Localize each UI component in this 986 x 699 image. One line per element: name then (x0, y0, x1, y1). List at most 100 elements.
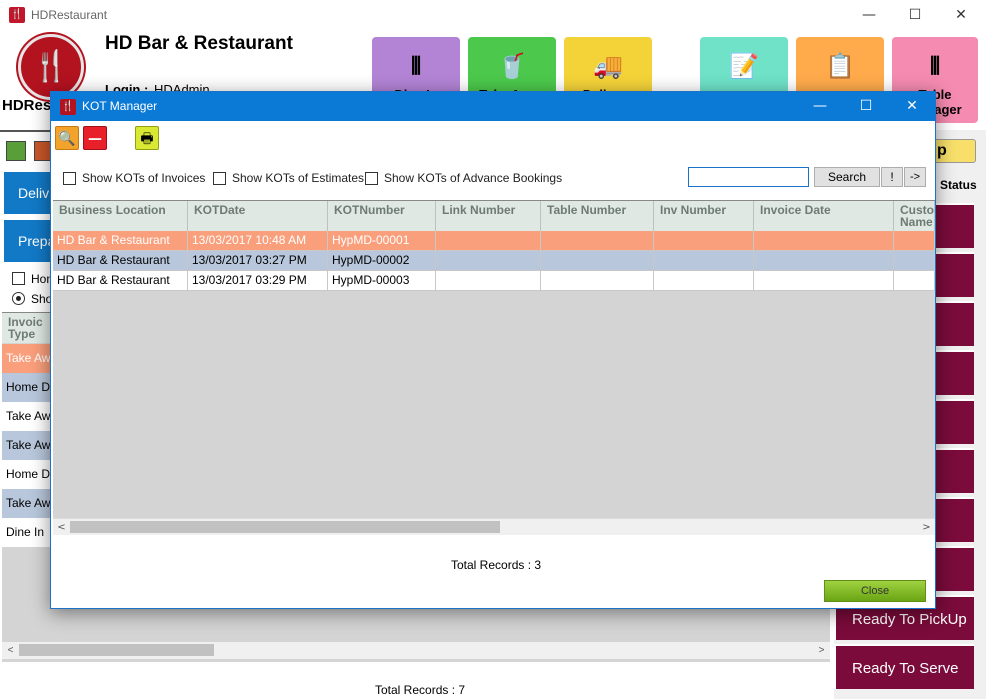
scroll-left-icon[interactable]: < (53, 519, 70, 536)
invoice-type-header: Invoic Type (2, 313, 50, 343)
scrollbar-thumb[interactable] (70, 521, 500, 533)
table-row[interactable]: HD Bar & Restaurant 13/03/2017 03:29 PM Hy… (53, 271, 935, 291)
table-row[interactable]: HD Bar & Restaurant 13/03/2017 03:27 PM Hy… (53, 251, 935, 271)
exclaim-button[interactable]: ! (881, 167, 903, 187)
show-kots-estimates-checkbox[interactable]: Show KOTs of Estimates (213, 171, 364, 185)
invoice-row[interactable]: Dine In (2, 518, 50, 547)
main-titlebar: 🍴 HDRestaurant — ☐ ✕ (0, 0, 986, 30)
table-cell (541, 251, 654, 271)
home-checkbox[interactable] (12, 272, 25, 285)
status-button[interactable]: Ready To Serve (834, 644, 974, 689)
right-search-button[interactable]: p (930, 139, 976, 163)
checkbox-label: Show KOTs of Advance Bookings (384, 171, 563, 185)
table-cell (894, 251, 935, 271)
cup-icon: 🥤 (497, 52, 527, 80)
table-cell (894, 231, 935, 251)
scroll-right-icon[interactable]: > (918, 519, 935, 536)
grid-green-icon[interactable] (6, 141, 26, 161)
table-cell: HypMD-00003 (328, 271, 436, 291)
table-cell (654, 251, 754, 271)
kot-maximize-button[interactable]: ☐ (843, 92, 889, 121)
tab-delivery[interactable]: Deliv (4, 172, 52, 214)
main-total-records: Total Records : 7 (375, 683, 466, 697)
table-manager-icon: ⫴ (929, 52, 941, 80)
app-icon: 🍴 (9, 7, 25, 23)
table-cell (436, 251, 541, 271)
invoice-row[interactable]: Take Aw (2, 344, 50, 373)
table-cell: HD Bar & Restaurant (53, 251, 188, 271)
menu-card-icon: 📋 (825, 52, 855, 80)
kot-app-icon: 🍴 (60, 99, 76, 115)
kot-grid-hscroll[interactable]: < > (53, 518, 935, 535)
notepad-icon: 📝 (729, 52, 759, 80)
column-header[interactable]: Business Location (53, 201, 188, 231)
kot-close-button[interactable]: ✕ (889, 92, 935, 121)
kot-total-records: Total Records : 3 (451, 558, 542, 572)
checkbox-label: Show KOTs of Invoices (82, 171, 206, 185)
table-cell (436, 231, 541, 251)
table-cell: HD Bar & Restaurant (53, 271, 188, 291)
table-cell: 13/03/2017 03:29 PM (188, 271, 328, 291)
next-button[interactable]: -> (904, 167, 926, 187)
search-button[interactable]: Search (814, 167, 880, 187)
table-cell (436, 271, 541, 291)
invoice-row[interactable]: Take Aw (2, 489, 50, 518)
table-cell: HypMD-00001 (328, 231, 436, 251)
checkbox-box[interactable] (213, 171, 226, 185)
print-icon[interactable]: 🖶 (135, 126, 159, 150)
table-row[interactable]: HD Bar & Restaurant 13/03/2017 10:48 AM Hy… (53, 231, 935, 251)
remove-icon[interactable]: — (83, 126, 107, 150)
column-header[interactable]: Link Number (436, 201, 541, 231)
invoice-row[interactable]: Take Aw (2, 402, 50, 431)
kot-grid-header: Business Location KOTDate KOTNumber Link Nu… (53, 201, 935, 231)
checkbox-box[interactable] (365, 171, 378, 185)
column-header[interactable]: Custo Name (894, 201, 935, 231)
invoice-row[interactable]: Home D (2, 373, 50, 402)
table-cell (654, 271, 754, 291)
table-icon: ⫴ (410, 52, 422, 80)
scroll-left-icon[interactable]: < (2, 642, 19, 659)
kot-search-input[interactable] (688, 167, 809, 187)
maximize-button[interactable]: ☐ (892, 0, 938, 30)
logo-text: HDRest (2, 97, 57, 114)
show-kots-advance-bookings-checkbox[interactable]: Show KOTs of Advance Bookings (365, 171, 562, 185)
kot-minimize-button[interactable]: — (797, 92, 843, 121)
tab-preparing[interactable]: Prepa (4, 220, 52, 262)
column-header[interactable]: KOTNumber (328, 201, 436, 231)
checkbox-box[interactable] (63, 171, 76, 185)
table-cell: 13/03/2017 03:27 PM (188, 251, 328, 271)
invoice-row[interactable]: Home D (2, 460, 50, 489)
checkbox-label: Show KOTs of Estimates (232, 171, 365, 185)
kot-dialog-titlebar: 🍴 KOT Manager ☐ ✕ — (51, 92, 935, 121)
show-kots-invoices-checkbox[interactable]: Show KOTs of Invoices (63, 171, 205, 185)
invoice-grid-hscroll[interactable]: < > (2, 642, 830, 659)
column-header[interactable]: KOTDate (188, 201, 328, 231)
kot-dialog-title: KOT Manager (82, 99, 158, 113)
column-header[interactable]: Inv Number (654, 201, 754, 231)
table-cell (754, 251, 894, 271)
truck-icon: 🚚 (593, 52, 623, 80)
table-cell (541, 231, 654, 251)
table-cell: HD Bar & Restaurant (53, 231, 188, 251)
kot-manager-dialog: 🍴 KOT Manager ☐ ✕ — 🔍 — 🖶 Show KOTs of I… (50, 91, 936, 609)
scroll-right-icon[interactable]: > (813, 642, 830, 659)
search-icon[interactable]: 🔍 (55, 126, 79, 150)
invoice-row[interactable]: Take Aw (2, 431, 50, 460)
kot-footer (51, 536, 935, 608)
table-cell (894, 271, 935, 291)
status-label: Status (940, 178, 977, 192)
restaurant-name: HD Bar & Restaurant (105, 33, 293, 54)
table-cell (754, 271, 894, 291)
table-cell: HypMD-00002 (328, 251, 436, 271)
show-radio[interactable] (12, 292, 25, 305)
column-header[interactable]: Table Number (541, 201, 654, 231)
minimize-button[interactable]: — (846, 0, 892, 30)
close-dialog-button[interactable]: Close (824, 580, 926, 602)
column-header[interactable]: Invoice Date (754, 201, 894, 231)
main-window-title: HDRestaurant (31, 8, 108, 22)
close-button[interactable]: ✕ (938, 0, 984, 30)
table-cell (541, 271, 654, 291)
scrollbar-thumb[interactable] (19, 644, 214, 656)
table-cell (754, 231, 894, 251)
kot-grid: Business Location KOTDate KOTNumber Link Nu… (53, 200, 935, 534)
